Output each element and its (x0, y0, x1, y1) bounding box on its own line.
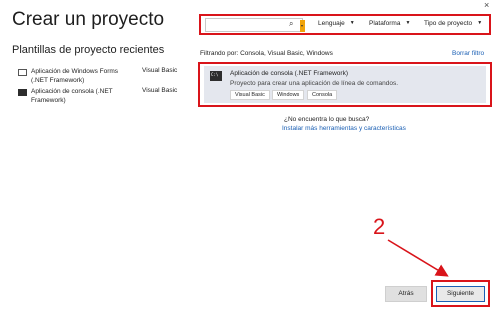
chevron-down-icon: ▼ (349, 20, 355, 26)
template-tag: Visual Basic (230, 90, 270, 100)
recent-template-item[interactable]: Aplicación de consola (.NET Framework) V… (18, 87, 178, 109)
template-card[interactable]: Aplicación de consola (.NET Framework) P… (204, 66, 486, 103)
next-button[interactable]: Siguiente (436, 286, 485, 302)
template-title: Aplicación de consola (.NET Framework) (230, 70, 349, 77)
recent-template-name: Aplicación de Windows Forms (.NET Framew… (31, 68, 119, 84)
language-filter-dropdown[interactable]: Lenguaje ▼ (318, 20, 355, 27)
template-tag: Consola (307, 90, 338, 100)
chevron-down-icon: ▼ (405, 20, 411, 26)
console-icon (18, 89, 27, 96)
recent-template-language: Visual Basic (142, 67, 178, 74)
console-icon (210, 71, 222, 81)
page-title: Crear un proyecto (12, 9, 165, 30)
filter-status: Filtrando por: Consola, Visual Basic, Wi… (200, 50, 333, 57)
template-description: Proyecto para crear una aplicación de lí… (230, 80, 399, 87)
search-input[interactable]: ⌕ (205, 18, 305, 32)
windows-forms-icon (18, 69, 27, 76)
recent-templates-heading: Plantillas de proyecto recientes (12, 44, 165, 56)
chevron-down-icon: ▼ (477, 20, 483, 26)
back-button[interactable]: Atrás (385, 286, 427, 302)
platform-filter-dropdown[interactable]: Plataforma ▼ (369, 20, 410, 27)
recent-template-item[interactable]: Aplicación de Windows Forms (.NET Framew… (18, 67, 178, 89)
annotation-number: 2 (373, 214, 386, 239)
clear-filter-link[interactable]: Borrar filtro (452, 50, 484, 57)
search-dropdown-button[interactable] (300, 20, 305, 32)
install-more-tools-link[interactable]: Instalar más herramientas y característi… (282, 125, 406, 132)
template-tag: Windows (272, 90, 305, 100)
not-found-question: ¿No encuentra lo que busca? (284, 116, 370, 123)
platform-filter-label: Plataforma (369, 20, 401, 27)
close-icon[interactable]: × (484, 0, 489, 10)
recent-template-name: Aplicación de consola (.NET Framework) (31, 88, 113, 104)
language-filter-label: Lenguaje (318, 20, 345, 27)
search-filter-bar: ⌕ Lenguaje ▼ Plataforma ▼ Tipo de proyecto… (199, 14, 491, 35)
recent-template-language: Visual Basic (142, 87, 178, 94)
project-type-filter-label: Tipo de proyecto (424, 20, 473, 27)
project-type-filter-dropdown[interactable]: Tipo de proyecto ▼ (424, 20, 482, 27)
search-icon[interactable]: ⌕ (289, 19, 293, 29)
